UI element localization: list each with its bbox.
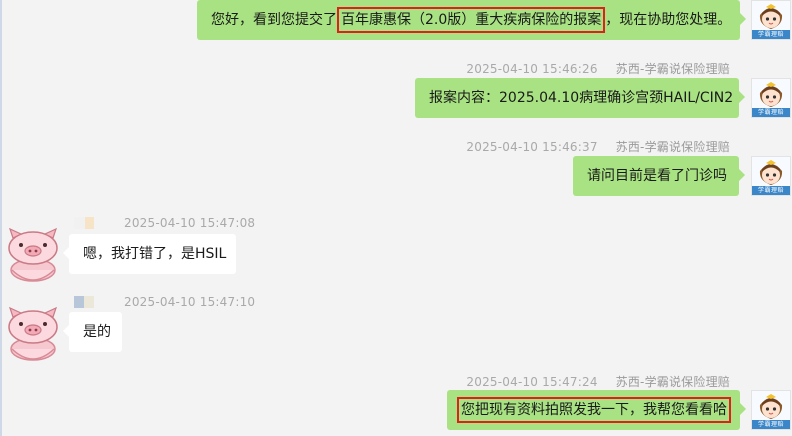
user-name-redacted <box>74 217 94 229</box>
message-text: 请问目前是看了门诊吗 <box>587 168 727 184</box>
message-sender: 苏西-学霸说保险理赔 <box>615 62 730 76</box>
message-bubble[interactable]: 报案内容：2025.04.10病理确诊宫颈HAIL/CIN2 <box>415 78 745 118</box>
message-timestamp: 2025-04-10 15:46:26 <box>466 62 598 76</box>
message-timestamp: 2025-04-10 15:47:10 <box>124 295 256 309</box>
message-text: 您好，看到您提交了 <box>211 12 337 28</box>
message-bubble[interactable]: 嗯，我打错了，是HSIL <box>63 234 236 274</box>
chat-transcript[interactable]: 您好，看到您提交了 百年康惠保（2.0版）重大疾病保险的报案 ，现在协助您处理。 学… <box>0 0 792 436</box>
message-bubble[interactable]: 请问目前是看了门诊吗 <box>573 156 745 196</box>
pig-avatar-icon[interactable] <box>4 305 62 363</box>
highlighted-text: 您把现有资料拍照发我一下，我帮您看看哈 <box>457 397 731 423</box>
message-bubble[interactable]: 您好，看到您提交了 百年康惠保（2.0版）重大疾病保险的报案 ，现在协助您处理。 <box>197 0 746 40</box>
message-sender: 苏西-学霸说保险理赔 <box>615 140 730 154</box>
agent-avatar[interactable]: 学霸理赔 <box>751 390 791 430</box>
message-meta: 2025-04-10 15:46:26 苏西-学霸说保险理赔 <box>466 60 730 77</box>
agent-avatar-label: 学霸理赔 <box>752 108 790 117</box>
message-text: ，现在协助您处理。 <box>605 12 732 28</box>
agent-avatar-label: 学霸理赔 <box>752 30 790 39</box>
message-meta: 2025-04-10 15:46:37 苏西-学霸说保险理赔 <box>466 138 730 155</box>
user-name-redacted <box>74 296 94 308</box>
message-bubble[interactable]: 您把现有资料拍照发我一下，我帮您看看哈 <box>447 390 746 430</box>
message-timestamp: 2025-04-10 15:46:37 <box>466 140 598 154</box>
message-sender: 苏西-学霸说保险理赔 <box>615 375 730 389</box>
agent-avatar-label: 学霸理赔 <box>752 420 790 429</box>
agent-avatar[interactable]: 学霸理赔 <box>751 78 791 118</box>
message-text: 报案内容：2025.04.10病理确诊宫颈HAIL/CIN2 <box>429 90 734 106</box>
message-bubble[interactable]: 是的 <box>63 312 122 352</box>
message-text: 是的 <box>83 324 111 340</box>
message-text: 嗯，我打错了，是HSIL <box>83 246 227 262</box>
agent-avatar-label: 学霸理赔 <box>752 186 790 195</box>
pig-avatar-icon[interactable] <box>4 226 62 284</box>
agent-avatar[interactable]: 学霸理赔 <box>751 0 791 40</box>
message-timestamp: 2025-04-10 15:47:08 <box>124 216 256 230</box>
message-meta: 2025-04-10 15:47:24 苏西-学霸说保险理赔 <box>466 373 730 390</box>
highlighted-text: 百年康惠保（2.0版）重大疾病保险的报案 <box>337 7 606 33</box>
message-timestamp: 2025-04-10 15:47:24 <box>466 375 598 389</box>
agent-avatar[interactable]: 学霸理赔 <box>751 156 791 196</box>
